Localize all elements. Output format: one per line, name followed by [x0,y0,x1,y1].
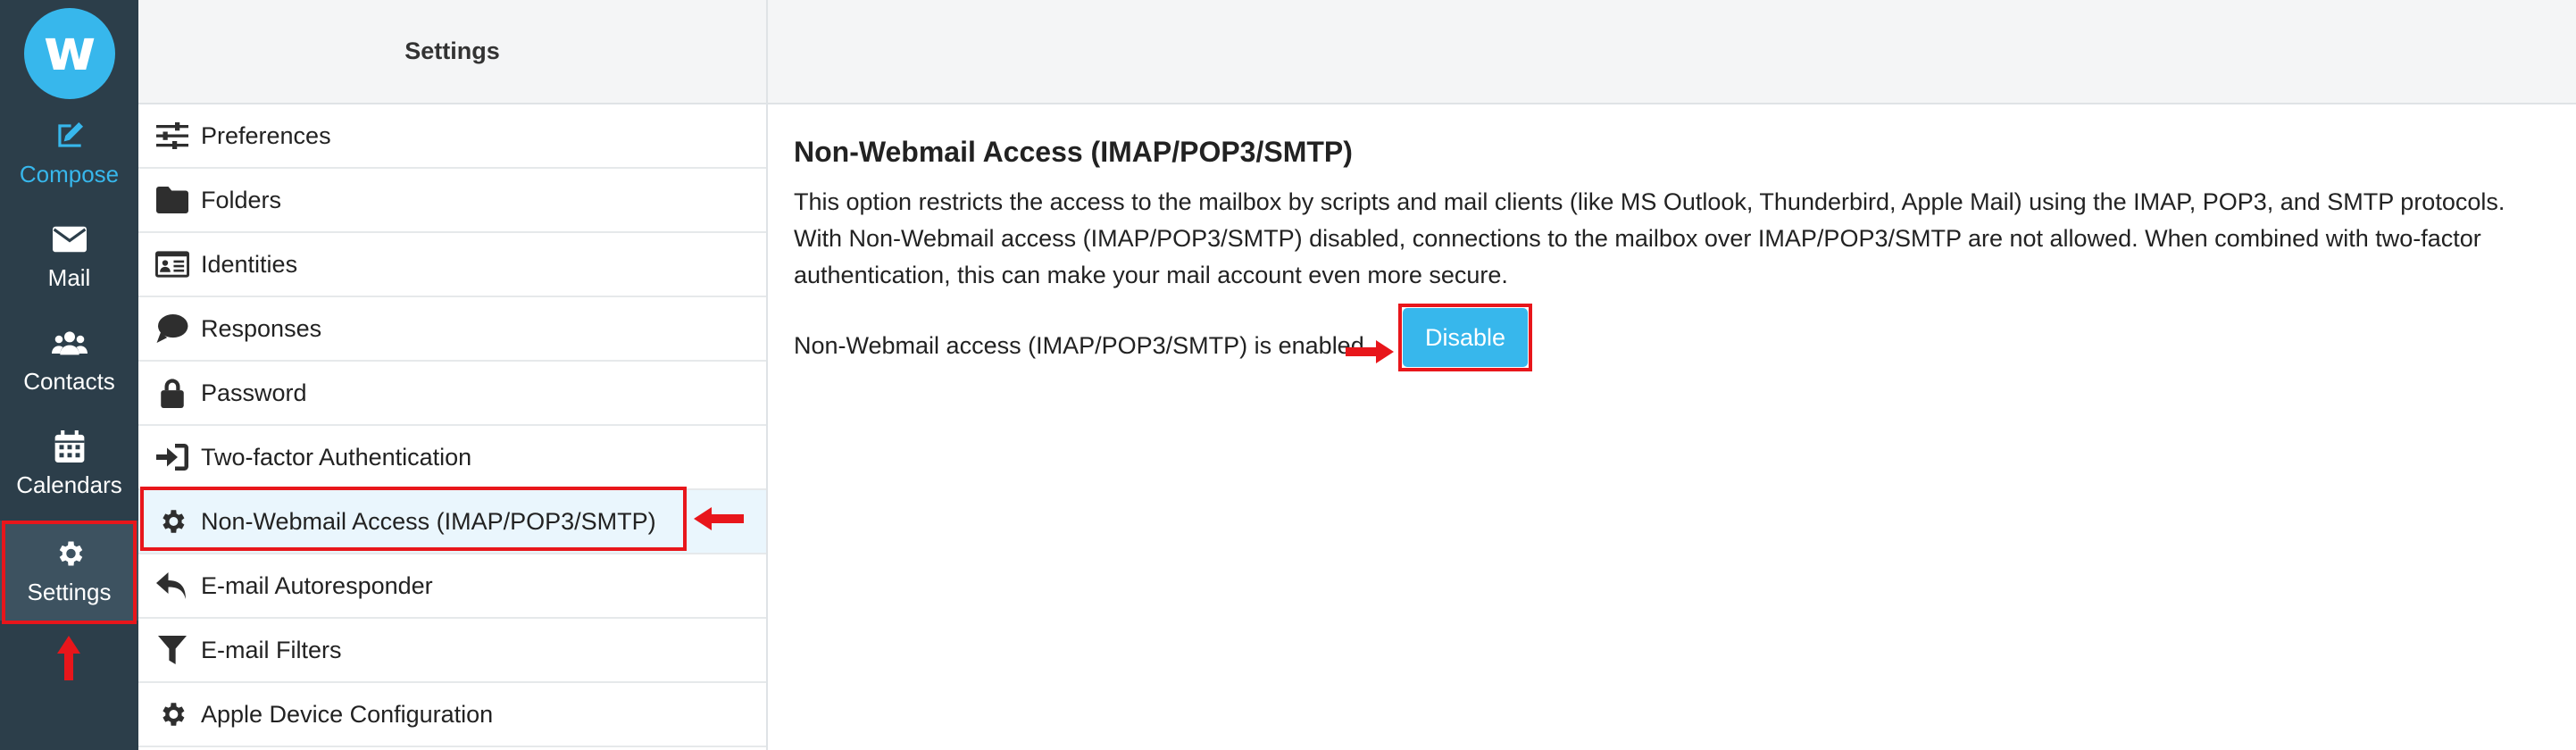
settings-item-label: Folders [201,186,282,213]
content-pane: Non-Webmail Access (IMAP/POP3/SMTP) This… [794,134,2576,371]
app-logo[interactable]: w [24,8,115,99]
sign-in-icon [154,439,190,475]
nav-compose[interactable]: Compose [0,103,138,203]
nav-settings[interactable]: Settings [0,521,138,621]
settings-item-folders[interactable]: Folders [138,169,766,233]
status-row: Non-Webmail access (IMAP/POP3/SMTP) is e… [794,304,1532,371]
settings-item-label: Apple Device Configuration [201,700,494,728]
settings-item-label: Password [201,379,307,406]
compose-icon [52,118,88,154]
nav-contacts-label: Contacts [23,368,115,395]
up-arrow-icon [57,636,80,680]
logo-letter: w [43,18,96,84]
settings-header: Settings [138,0,766,104]
nav-settings-label: Settings [27,579,112,605]
disable-button[interactable]: Disable [1403,308,1528,367]
nav-compose-label: Compose [19,161,120,188]
folder-icon [154,182,190,218]
gear-icon [52,536,88,571]
settings-title: Settings [404,38,500,64]
settings-item-label: Responses [201,314,322,342]
page-title: Non-Webmail Access (IMAP/POP3/SMTP) [794,136,1353,168]
nav-mail-label: Mail [47,264,91,291]
description-line: With Non-Webmail access (IMAP/POP3/SMTP)… [794,225,2481,252]
nav-calendars[interactable]: Calendars [0,413,138,513]
nav-calendars-label: Calendars [16,471,122,498]
calendar-icon [52,429,88,464]
webmail-app: w Compose Mail Contacts Calendars Settin… [0,0,2576,750]
access-status-text: Non-Webmail access (IMAP/POP3/SMTP) is e… [794,332,1364,359]
settings-item-autoresponder[interactable]: E-mail Autoresponder [138,554,766,619]
filter-icon [154,632,190,668]
description-line: This option restricts the access to the … [794,188,2505,215]
settings-item-identities[interactable]: Identities [138,233,766,297]
settings-item-responses[interactable]: Responses [138,297,766,362]
speech-bubble-icon [154,311,190,346]
envelope-icon [52,221,88,257]
settings-item-label: Identities [201,250,298,278]
nav-mail[interactable]: Mail [0,206,138,306]
nav-contacts[interactable]: Contacts [0,310,138,410]
settings-item-password[interactable]: Password [138,362,766,426]
content-toolbar [768,0,2576,104]
users-icon [51,325,88,361]
settings-item-two-factor[interactable]: Two-factor Authentication [138,426,766,490]
settings-item-label: Preferences [201,121,331,149]
description-line: authentication, this can make your mail … [794,262,1508,288]
settings-item-label: Non-Webmail Access (IMAP/POP3/SMTP) [201,507,656,535]
reply-icon [154,568,190,604]
settings-item-label: E-mail Autoresponder [201,571,433,599]
settings-item-apple-device[interactable]: Apple Device Configuration [138,683,766,747]
id-card-icon [154,246,190,282]
settings-item-label: Two-factor Authentication [201,443,472,471]
settings-sidebar: Settings Preferences Folders Identities [138,0,768,750]
lock-icon [154,375,190,411]
settings-item-label: E-mail Filters [201,636,342,663]
gear-icon [154,504,190,539]
description: This option restricts the access to the … [794,184,2576,294]
main-nav: w Compose Mail Contacts Calendars Settin… [0,0,138,750]
gear-icon [154,696,190,732]
settings-item-preferences[interactable]: Preferences [138,104,766,169]
settings-list: Preferences Folders Identities Responses [138,104,766,747]
settings-item-non-webmail[interactable]: Non-Webmail Access (IMAP/POP3/SMTP) [138,490,766,554]
sliders-icon [154,118,190,154]
settings-item-filters[interactable]: E-mail Filters [138,619,766,683]
